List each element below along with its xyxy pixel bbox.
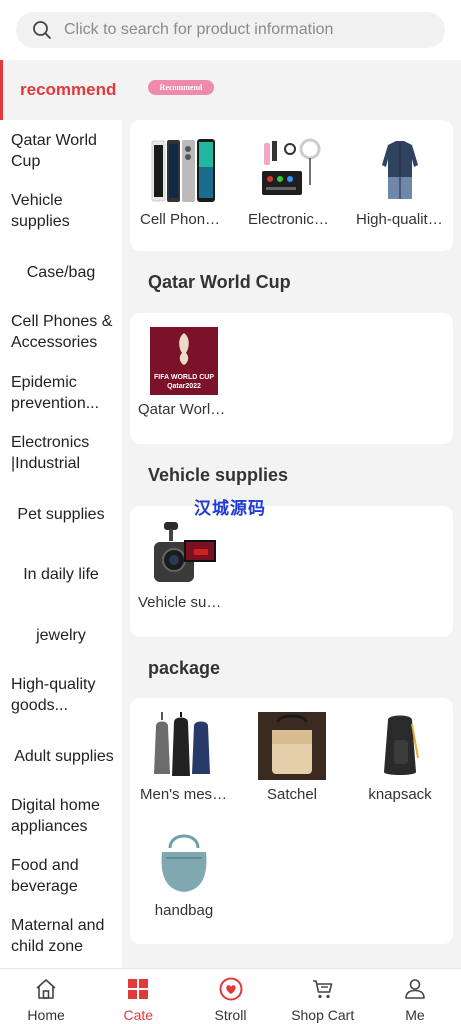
sidebar-item-label: Maternal and child zone [11,917,105,955]
product-name: Men's messenger bag [140,786,230,803]
sidebar-item-label: Electronics |Industrial [11,434,90,472]
product-item[interactable]: knapsack [354,712,446,803]
fifa-logo-thumb: FIFA WORLD CUP Qatar2022 [150,327,218,395]
category-content: Recommend Cell Phones & Acces [122,60,461,968]
sidebar-item-label: Vehicle supplies [11,192,70,230]
sidebar-item-label: Qatar World Cup [11,132,97,170]
dashcam-thumb [150,520,218,588]
sidebar-item-vehicle-supplies[interactable]: Vehicle supplies [0,190,122,232]
sidebar-item-cell-phones[interactable]: Cell Phones & Accessories [0,311,122,353]
sidebar-item-label: recommend [20,80,117,99]
fifa-line1: FIFA WORLD CUP [154,374,214,381]
watermark: 汉城源码 [194,499,266,518]
sidebar-item-label: Epidemic prevention... [11,374,100,412]
search-bar[interactable]: Click to search for product information [16,12,445,48]
section-card-qatar: FIFA WORLD CUP Qatar2022 Qatar World Cup [130,313,453,444]
search-icon [33,21,51,39]
sidebar-item-epidemic-prevention[interactable]: Epidemic prevention... [0,372,122,414]
sidebar-item-label: Case/bag [26,264,96,281]
sidebar-item-label: Adult supplies [14,748,114,765]
tab-me[interactable]: Me [369,969,461,1024]
product-item[interactable]: Vehicle supplies [138,520,230,611]
sidebar-item-electronics[interactable]: Electronics |Industrial [0,432,122,474]
sidebar-item-qatar-world-cup[interactable]: Qatar World Cup [0,130,122,172]
messenger-bag-thumb [150,712,218,780]
sidebar-item-maternal-child[interactable]: Maternal and child zone [0,915,122,957]
phones-thumb [150,137,218,205]
category-icon [128,979,149,999]
user-icon [405,979,425,999]
product-name: Cell Phones & Accessories [140,211,230,228]
sidebar-item-label: Digital home appliances [11,797,100,835]
shirt-thumb [366,137,434,205]
heart-icon [219,977,242,1001]
cart-icon [312,980,333,999]
product-item[interactable]: Electronics |Industrial [246,137,338,228]
sidebar-item-label: Cell Phones & Accessories [11,313,113,351]
product-name: Satchel [266,786,318,803]
product-item[interactable]: Cell Phones & Accessories [138,137,230,228]
tab-stroll[interactable]: Stroll [184,969,276,1024]
sidebar-item-jewelry[interactable]: jewelry [0,625,122,646]
sidebar-item-label: Food and beverage [11,857,79,895]
sidebar-item-label: In daily life [23,566,99,583]
search-placeholder: Click to search for product information [64,21,334,38]
product-name: handbag [154,902,214,919]
product-name: Qatar World Cup [138,401,230,418]
sidebar-item-daily-life[interactable]: In daily life [0,564,122,585]
recommend-badge: Recommend [148,80,214,95]
sidebar-item-digital-home[interactable]: Digital home appliances [0,795,122,837]
product-name: High-quality goods [356,211,446,228]
section-title: Qatar World Cup [148,272,291,292]
sidebar-item-food-beverage[interactable]: Food and beverage [0,855,122,897]
tab-home[interactable]: Home [0,969,92,1024]
bottom-tab-bar: Home Cate Stroll Shop Cart Me [0,968,461,1024]
sidebar-item-label: Pet supplies [17,506,105,523]
tab-shop-cart[interactable]: Shop Cart [277,969,369,1024]
section-card-package: Men's messenger bag Satchel [130,698,453,944]
sidebar-item-label: jewelry [36,627,86,644]
satchel-thumb [258,712,326,780]
product-item[interactable]: FIFA WORLD CUP Qatar2022 Qatar World Cup [138,327,230,418]
product-name: Electronics |Industrial [248,211,338,228]
product-name: knapsack [368,786,432,803]
product-item[interactable]: Satchel [246,712,338,803]
section-title: package [148,658,221,678]
tab-cate[interactable]: Cate [92,969,184,1024]
section-card-vehicle: Vehicle supplies [130,506,453,637]
electronics-thumb [258,137,326,205]
sidebar-item-adult-supplies[interactable]: Adult supplies [0,746,122,767]
product-name: Vehicle supplies [138,594,230,611]
handbag-thumb [150,828,218,896]
product-item[interactable]: handbag [138,828,230,919]
search-header: Click to search for product information [0,0,461,60]
sidebar-item-high-quality[interactable]: High-quality goods... [0,674,122,716]
sidebar-item-recommend[interactable]: recommend [0,60,122,120]
home-icon [36,979,56,999]
sidebar-item-case-bag[interactable]: Case/bag [0,262,122,283]
tab-label: Home [27,1007,65,1023]
fifa-line2: Qatar2022 [167,383,201,390]
product-item[interactable]: Men's messenger bag [138,712,230,803]
tab-label: Me [405,1007,425,1023]
knapsack-thumb [366,712,434,780]
tab-label: Cate [123,1007,154,1023]
tab-label: Shop Cart [291,1007,355,1023]
recommend-card: Cell Phones & Accessories Elect [130,120,453,251]
category-sidebar: recommend Qatar World Cup Vehicle suppli… [0,60,122,968]
product-item[interactable]: High-quality goods [354,137,446,228]
sidebar-item-label: High-quality goods... [11,676,96,714]
tab-label: Stroll [214,1007,247,1023]
section-title: Vehicle supplies [148,465,289,485]
sidebar-item-pet-supplies[interactable]: Pet supplies [0,504,122,525]
